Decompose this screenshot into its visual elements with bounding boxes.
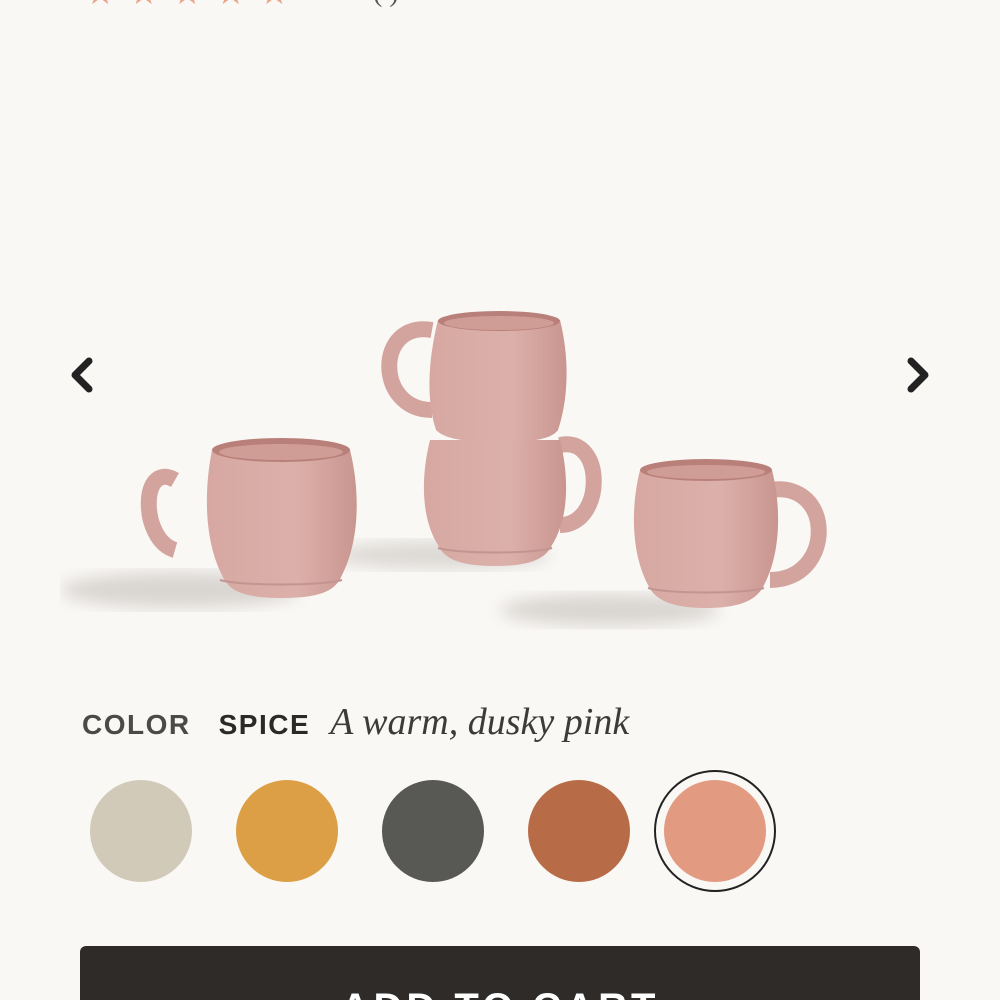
- mug-image: [633, 459, 827, 608]
- add-to-cart-button[interactable]: ADD TO CART: [80, 946, 920, 1000]
- mug-image: [423, 436, 602, 566]
- selected-color-description: A warm, dusky pink: [330, 701, 630, 743]
- color-swatch-option[interactable]: [80, 770, 202, 892]
- selected-color-name: SPICE: [218, 709, 311, 740]
- color-swatch: [664, 780, 766, 882]
- color-swatch-option[interactable]: [226, 770, 348, 892]
- color-swatch: [528, 780, 630, 882]
- color-swatch: [236, 780, 338, 882]
- product-image-carousel: [0, 200, 1000, 680]
- color-swatch: [90, 780, 192, 882]
- add-to-cart-label: ADD TO CART: [341, 986, 660, 1000]
- review-count[interactable]: ( ): [373, 0, 399, 8]
- color-swatch: [382, 780, 484, 882]
- mug-image: [381, 311, 567, 442]
- color-swatches: [80, 770, 800, 892]
- color-selection-header: COLOR SPICE A warm, dusky pink: [82, 700, 629, 744]
- color-swatch-option[interactable]: [518, 770, 640, 892]
- color-swatch-option[interactable]: [372, 770, 494, 892]
- color-swatch-option-selected[interactable]: [654, 770, 776, 892]
- review-count-wrap: ( ): [85, 0, 585, 8]
- product-image: [60, 311, 827, 626]
- color-label: COLOR: [82, 709, 191, 740]
